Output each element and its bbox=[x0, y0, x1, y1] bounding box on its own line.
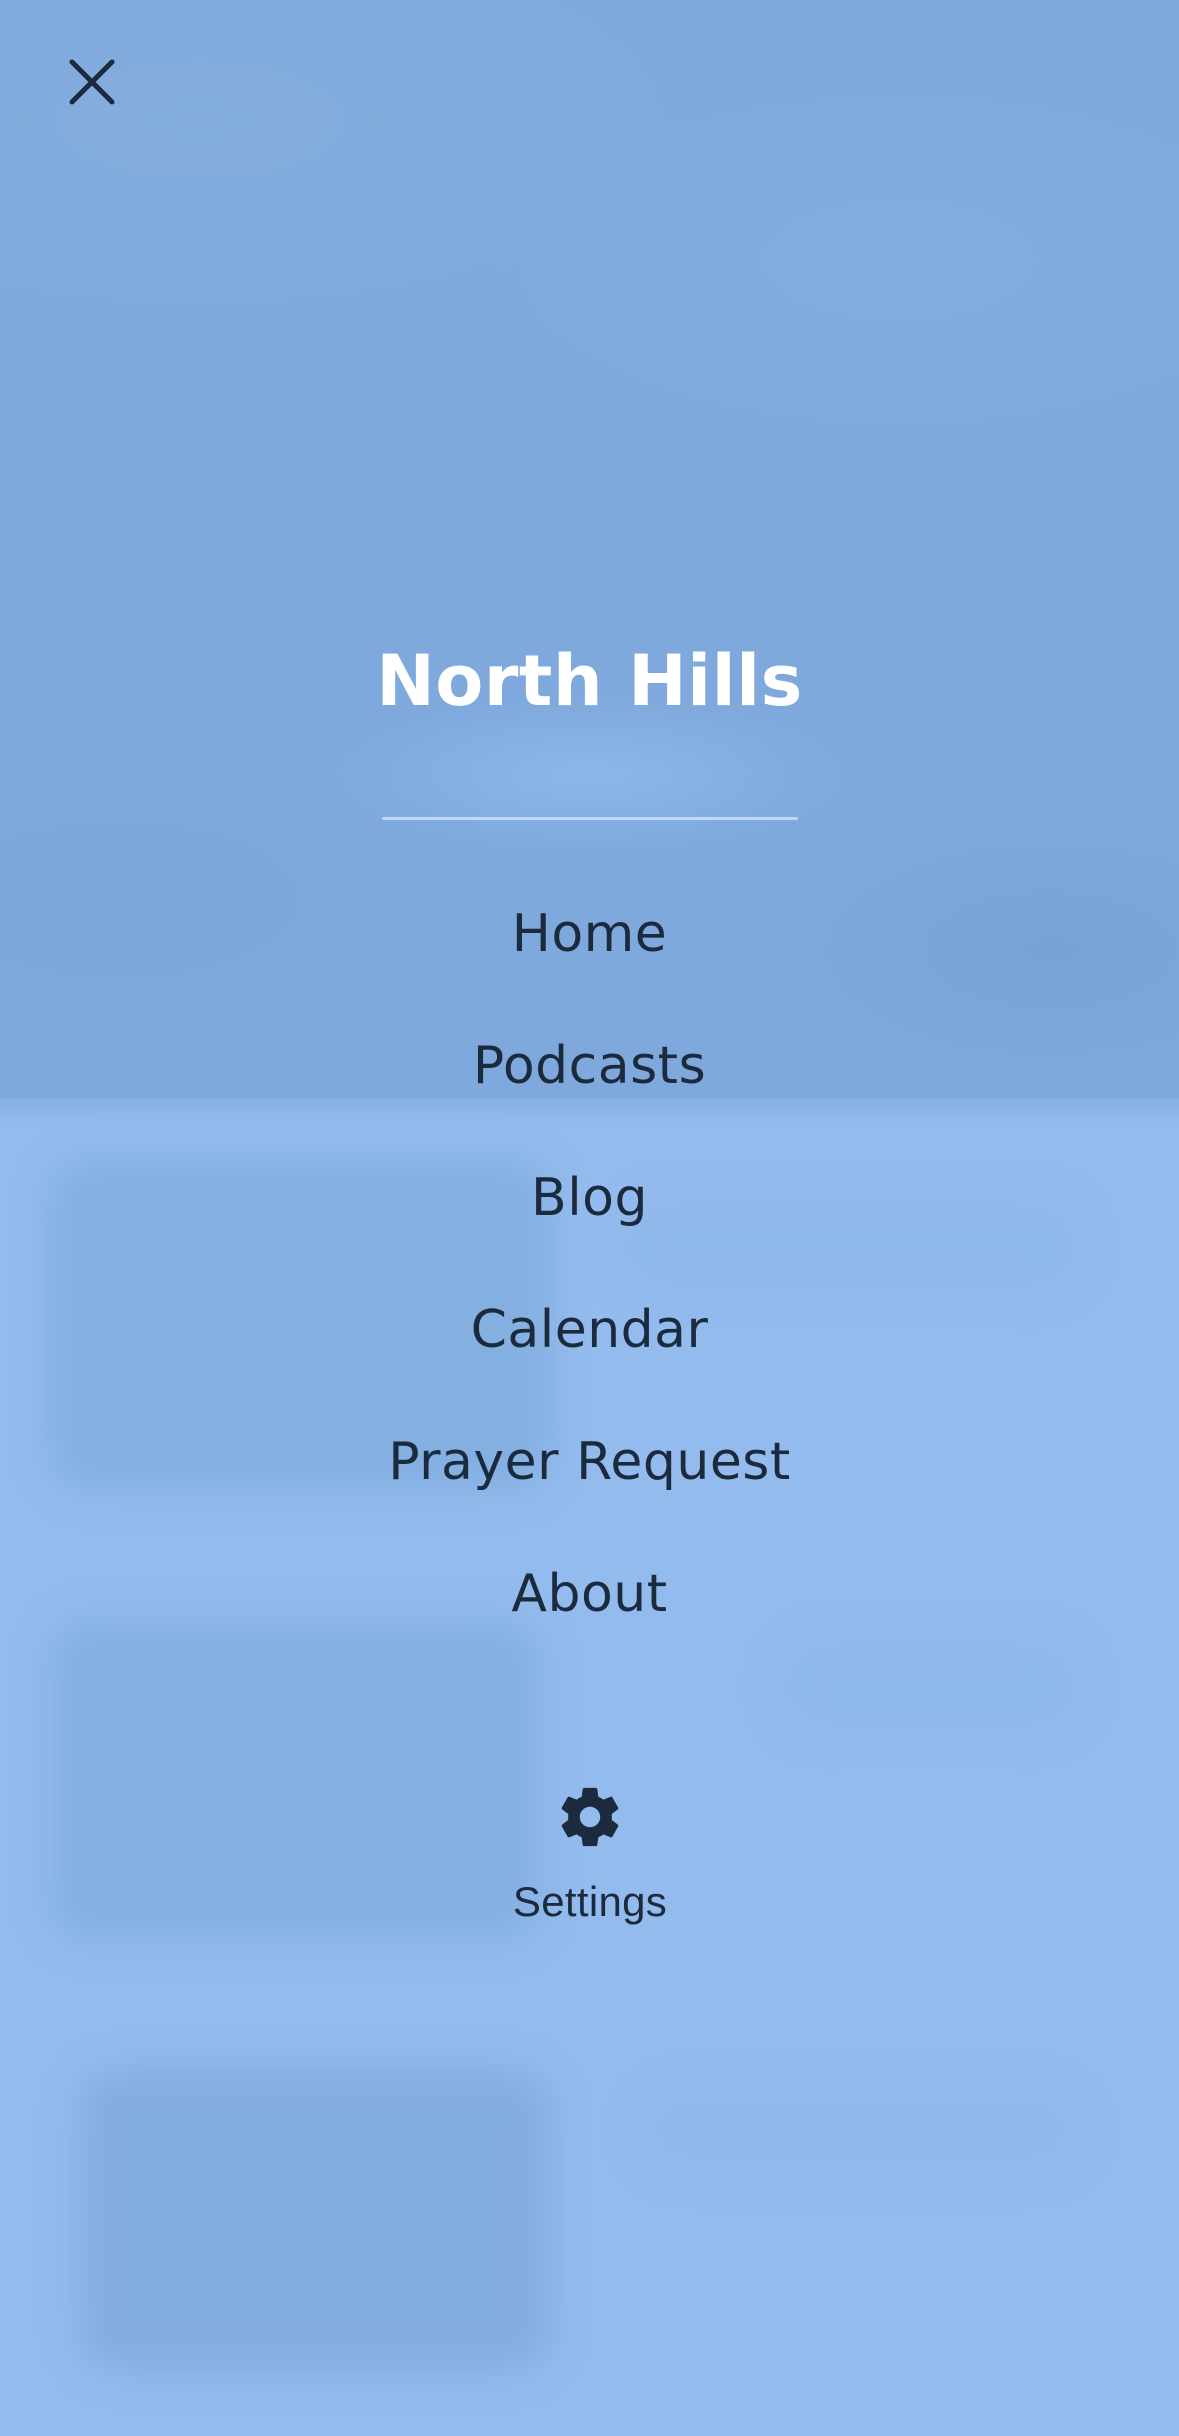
close-button[interactable] bbox=[52, 46, 132, 118]
nav-item-about[interactable]: About bbox=[0, 1528, 1179, 1660]
settings-label: Settings bbox=[512, 1878, 668, 1925]
close-icon bbox=[69, 59, 115, 105]
gear-icon bbox=[561, 1787, 619, 1847]
nav-item-home[interactable]: Home bbox=[0, 868, 1179, 1000]
brand-title: North Hills bbox=[376, 640, 803, 722]
settings-button[interactable]: Settings bbox=[440, 1782, 740, 1972]
blurred-card-thumbnail bbox=[80, 2070, 550, 2370]
nav-menu: Home Podcasts Blog Calendar Prayer Reque… bbox=[0, 868, 1179, 1660]
nav-item-prayer-request[interactable]: Prayer Request bbox=[0, 1396, 1179, 1528]
nav-item-blog[interactable]: Blog bbox=[0, 1132, 1179, 1264]
blurred-card-text bbox=[640, 2090, 1080, 2170]
title-divider bbox=[382, 817, 798, 820]
nav-item-podcasts[interactable]: Podcasts bbox=[0, 1000, 1179, 1132]
nav-item-calendar[interactable]: Calendar bbox=[0, 1264, 1179, 1396]
